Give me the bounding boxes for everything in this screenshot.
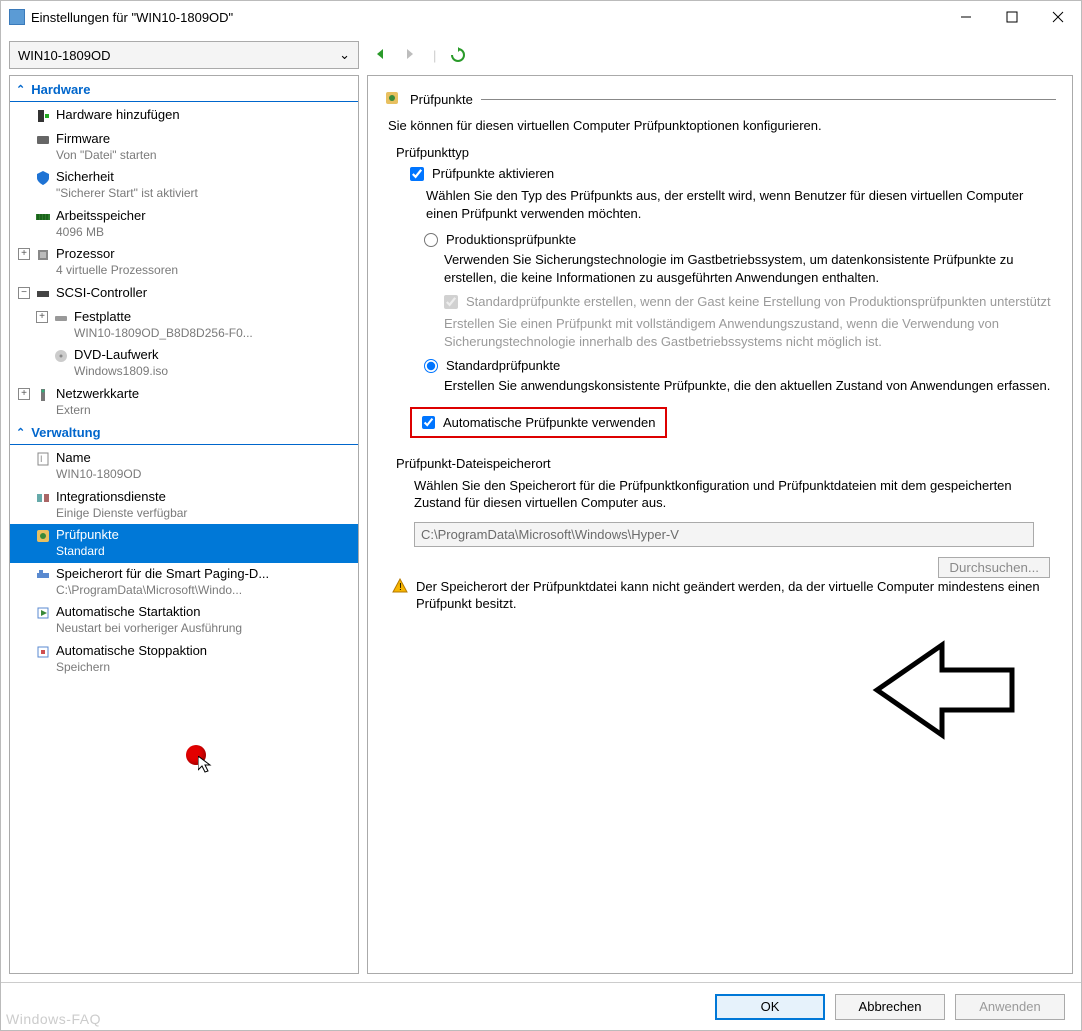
warning-row: ! Der Speicherort der Prüfpunktdatei kan…: [392, 578, 1056, 613]
apply-button: Anwenden: [955, 994, 1065, 1020]
enable-checkpoints-row[interactable]: Prüfpunkte aktivieren: [410, 166, 1056, 181]
controller-icon: [34, 285, 52, 303]
cpu-icon: [34, 246, 52, 264]
intro-text: Sie können für diesen virtuellen Compute…: [388, 118, 1056, 133]
titlebar: Einstellungen für "WIN10-1809OD": [1, 1, 1081, 33]
standard-radio-row[interactable]: Standardprüfpunkte: [424, 358, 1056, 373]
autostart-icon: [34, 604, 52, 622]
auto-checkpoints-checkbox[interactable]: [422, 416, 435, 429]
dialog-footer: OK Abbrechen Anwenden: [1, 982, 1081, 1030]
close-button[interactable]: [1035, 1, 1081, 33]
nav-name[interactable]: I NameWIN10-1809OD: [10, 447, 358, 485]
integration-icon: [34, 489, 52, 507]
browse-button: Durchsuchen...: [938, 557, 1050, 578]
standard-radio[interactable]: [424, 359, 438, 373]
expand-icon[interactable]: +: [18, 248, 30, 260]
detail-pane: | Prüfpunkte Sie können für diesen virtu…: [367, 41, 1073, 974]
shield-icon: [34, 169, 52, 187]
nav-dvd[interactable]: DVD-LaufwerkWindows1809.iso: [10, 344, 358, 382]
toolbar: |: [367, 41, 1073, 69]
nav-checkpoints[interactable]: PrüfpunkteStandard: [10, 524, 358, 562]
network-icon: [34, 386, 52, 404]
firmware-icon: [34, 131, 52, 149]
cursor-icon: [198, 756, 216, 774]
maximize-button[interactable]: [989, 1, 1035, 33]
nav-scsi[interactable]: − SCSI-Controller: [10, 282, 358, 306]
expand-icon[interactable]: +: [18, 388, 30, 400]
section-hardware[interactable]: ⌃ Hardware: [10, 78, 358, 102]
add-hardware-icon: [34, 107, 52, 125]
nav-network[interactable]: + NetzwerkkarteExtern: [10, 383, 358, 421]
name-icon: I: [34, 450, 52, 468]
refresh-button[interactable]: [450, 47, 466, 63]
checkpoint-type-group: Prüfpunkttyp Prüfpunkte aktivieren Wähle…: [392, 145, 1056, 442]
nav-tree: ⌃ Hardware Hardware hinzufügen FirmwareV…: [9, 75, 359, 974]
production-radio-row[interactable]: Produktionsprüfpunkte: [424, 232, 1056, 247]
app-icon: [9, 9, 25, 25]
auto-checkpoints-highlight: Automatische Prüfpunkte verwenden: [410, 407, 667, 438]
ok-button[interactable]: OK: [715, 994, 825, 1020]
nav-processor[interactable]: + Prozessor4 virtuelle Prozessoren: [10, 243, 358, 281]
auto-checkpoints-label: Automatische Prüfpunkte verwenden: [443, 415, 655, 430]
collapse-icon[interactable]: −: [18, 287, 30, 299]
collapse-icon: ⌃: [16, 83, 25, 96]
settings-window: Einstellungen für "WIN10-1809OD" WIN10-1…: [0, 0, 1082, 1031]
autostop-icon: [34, 643, 52, 661]
vm-dropdown-value: WIN10-1809OD: [18, 48, 110, 63]
path-input: C:\ProgramData\Microsoft\Windows\Hyper-V: [414, 522, 1034, 547]
nav-firmware[interactable]: FirmwareVon "Datei" starten: [10, 128, 358, 166]
paging-icon: [34, 566, 52, 584]
window-title: Einstellungen für "WIN10-1809OD": [31, 10, 943, 25]
harddisk-icon: [52, 309, 70, 327]
collapse-icon: ⌃: [16, 426, 25, 439]
nav-forward-button[interactable]: [403, 47, 419, 63]
disc-icon: [52, 347, 70, 365]
warning-icon: !: [392, 578, 408, 594]
nav-autostart[interactable]: Automatische StartaktionNeustart bei vor…: [10, 601, 358, 639]
checkpoint-location-group: Prüfpunkt-Dateispeicherort Wählen Sie de…: [392, 456, 1056, 547]
production-radio[interactable]: [424, 233, 438, 247]
detail-title: Prüfpunkte: [410, 92, 473, 107]
svg-text:I: I: [40, 454, 43, 464]
memory-icon: [34, 208, 52, 226]
nav-smartpaging[interactable]: Speicherort für die Smart Paging-D...C:\…: [10, 563, 358, 601]
fallback-checkbox-row: Standardprüfpunkte erstellen, wenn der G…: [444, 294, 1056, 309]
chevron-down-icon: ⌄: [339, 47, 350, 63]
vm-dropdown[interactable]: WIN10-1809OD ⌄: [9, 41, 359, 69]
enable-checkpoints-checkbox[interactable]: [410, 167, 424, 181]
sidebar: WIN10-1809OD ⌄ ⌃ Hardware Hardware hinzu…: [9, 41, 359, 974]
nav-integration[interactable]: IntegrationsdiensteEinige Dienste verfüg…: [10, 486, 358, 524]
checkpoint-icon: [384, 90, 402, 108]
nav-back-button[interactable]: [373, 47, 389, 63]
checkpoint-icon: [34, 527, 52, 545]
nav-autostop[interactable]: Automatische StoppaktionSpeichern: [10, 640, 358, 678]
cancel-button[interactable]: Abbrechen: [835, 994, 945, 1020]
nav-memory[interactable]: Arbeitsspeicher4096 MB: [10, 205, 358, 243]
annotation-arrow-icon: [872, 640, 1022, 750]
nav-security[interactable]: Sicherheit"Sicherer Start" ist aktiviert: [10, 166, 358, 204]
svg-text:!: !: [399, 582, 402, 593]
minimize-button[interactable]: [943, 1, 989, 33]
nav-harddisk[interactable]: + FestplatteWIN10-1809OD_B8D8D256-F0...: [10, 306, 358, 344]
expand-icon[interactable]: +: [36, 311, 48, 323]
section-management[interactable]: ⌃ Verwaltung: [10, 421, 358, 445]
nav-add-hardware[interactable]: Hardware hinzufügen: [10, 104, 358, 128]
fallback-checkbox: [444, 295, 458, 309]
